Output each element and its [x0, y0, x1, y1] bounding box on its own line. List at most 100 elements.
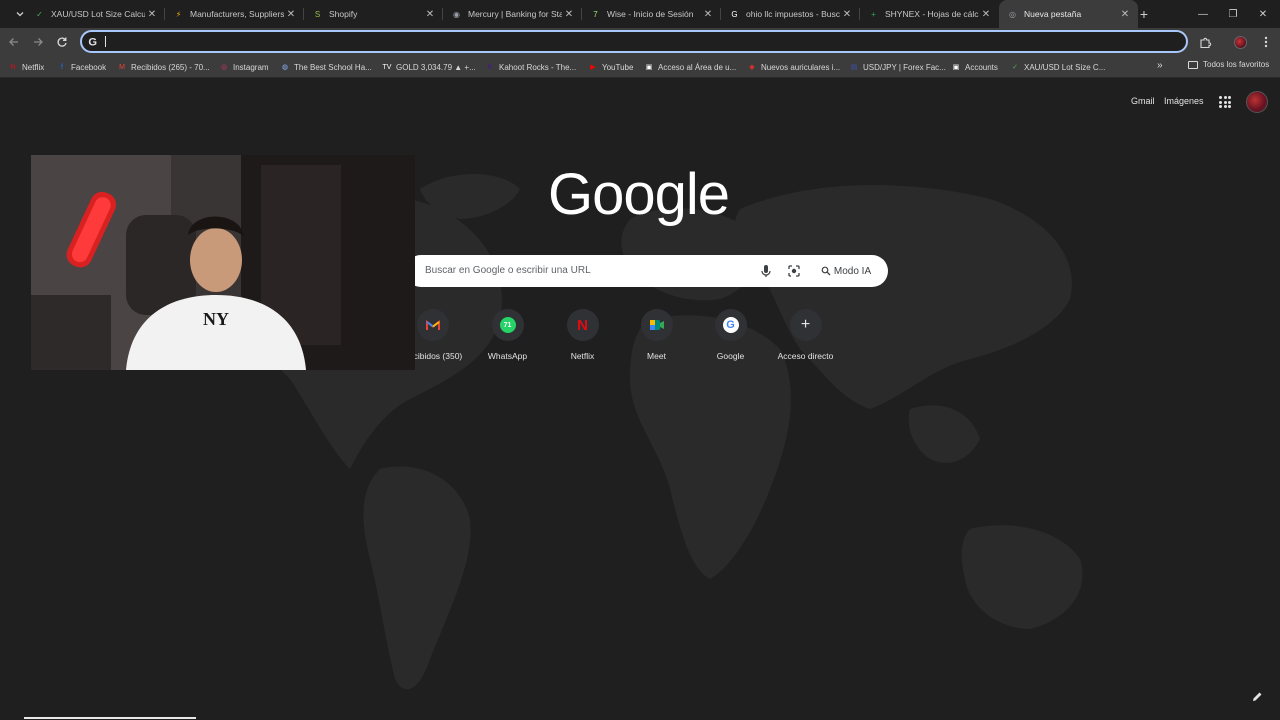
tab-title: Manufacturers, Suppliers, [190, 9, 284, 19]
bookmark-item[interactable]: ✓ XAU/USD Lot Size C... [1010, 60, 1105, 74]
bookmark-label: GOLD 3,034.79 ▲ +... [396, 62, 476, 72]
close-tab-icon[interactable]: ✕ [1118, 7, 1132, 21]
bookmark-item[interactable]: ▣ Acceso al Área de u... [644, 60, 737, 74]
bookmark-item[interactable]: M Recibidos (265) - 70... [117, 60, 210, 74]
shortcut-tile[interactable]: G Google [693, 309, 768, 361]
bookmark-label: Netflix [22, 62, 45, 72]
tab-title: ohio llc impuestos - Busc [746, 9, 840, 19]
bookmark-item[interactable]: ◍ The Best School Ha... [280, 60, 372, 74]
bookmark-label: Facebook [71, 62, 107, 72]
close-tab-icon[interactable]: ✕ [423, 7, 437, 21]
bookmark-label: Accounts [965, 62, 998, 72]
plus-icon: + [789, 309, 822, 341]
bookmarks-bar: N Netflix f Facebook M Recibidos (265) - 70..… [0, 56, 1280, 78]
reload-button[interactable] [54, 34, 70, 50]
restore-button[interactable]: ❐ [1218, 0, 1248, 28]
tab-5[interactable]: Gohio llc impuestos - Busc ✕ [721, 0, 860, 28]
bookmark-item[interactable]: ◎ Instagram [219, 60, 269, 74]
bookmarks-overflow-icon[interactable]: » [1157, 60, 1163, 71]
tab-title: Mercury | Banking for Star [468, 9, 562, 19]
bookmark-item[interactable]: f Facebook [57, 60, 106, 74]
google-icon: G [731, 9, 738, 19]
tab-title: Nueva pestaña [1024, 9, 1082, 19]
gmail-icon [416, 309, 449, 341]
close-tab-icon[interactable]: ✕ [701, 7, 715, 21]
all-bookmarks-button[interactable]: Todos los favoritos [1188, 60, 1269, 69]
microphone-icon[interactable] [760, 264, 772, 278]
puzzle-icon [1199, 37, 1211, 48]
tab-3[interactable]: ◉ Mercury | Banking for Star ✕ [443, 0, 582, 28]
globe-icon: ◍ [281, 64, 289, 71]
webcam-video: NY [31, 155, 415, 370]
accounts-icon: ▣ [952, 64, 960, 71]
search-box[interactable]: Buscar en Google o escribir una URL Modo… [405, 255, 888, 287]
new-tab-button[interactable]: + [1137, 7, 1151, 21]
customize-pencil-icon[interactable] [1250, 690, 1264, 704]
facebook-icon: f [61, 63, 63, 71]
bookmark-item[interactable]: TV GOLD 3,034.79 ▲ +... [382, 60, 476, 74]
bookmark-item[interactable]: ▶ YouTube [588, 60, 633, 74]
google-icon: G [88, 37, 97, 48]
close-icon: ✕ [1258, 8, 1268, 20]
ai-mode-button[interactable]: Modo IA [813, 261, 879, 281]
bookmark-label: Acceso al Área de u... [658, 62, 737, 72]
extensions-button[interactable] [1197, 34, 1213, 50]
tab-7[interactable]: ◎ Nueva pestaña ✕ [999, 0, 1138, 28]
ai-mode-label: Modo IA [833, 265, 872, 277]
arrow-right-icon [34, 38, 43, 46]
shortcut-tile[interactable]: + Acceso directo [768, 309, 843, 361]
all-bookmarks-label: Todos los favoritos [1203, 60, 1270, 69]
close-tab-icon[interactable]: ✕ [145, 7, 159, 21]
shortcut-tile[interactable]: 71 WhatsApp [470, 309, 545, 361]
images-link[interactable]: Imágenes [1164, 96, 1204, 106]
svg-text:G: G [88, 37, 97, 48]
bookmark-item[interactable]: K Kahoot Rocks - The... [485, 60, 577, 74]
shortcut-label: Google [716, 351, 745, 361]
forward-button[interactable] [30, 34, 46, 50]
bookmark-item[interactable]: ▣ Accounts [951, 60, 998, 74]
tab-2[interactable]: S Shopify ✕ [304, 0, 443, 28]
restore-icon: ❐ [1228, 8, 1238, 20]
bookmark-item[interactable]: ▤ USD/JPY | Forex Fac... [849, 60, 946, 74]
shortcut-tile[interactable]: N Netflix [545, 309, 620, 361]
close-tab-icon[interactable]: ✕ [284, 7, 298, 21]
check-icon: ✓ [1012, 64, 1018, 71]
minimize-icon: — [1198, 8, 1208, 20]
gmail-link[interactable]: Gmail [1131, 96, 1155, 106]
bookmark-item[interactable]: ◆ Nuevos auriculares i... [747, 60, 840, 74]
bookmark-label: YouTube [602, 62, 634, 72]
bookmark-label: Recibidos (265) - 70... [131, 62, 210, 72]
new-tab-page: Gmail Imágenes Google Buscar en Google o… [0, 79, 1280, 720]
google-apps-icon[interactable] [1219, 96, 1231, 108]
close-window-button[interactable]: ✕ [1248, 0, 1278, 28]
minimize-button[interactable]: — [1188, 0, 1218, 28]
webcam-overlay: NY [31, 155, 415, 370]
svg-text:NY: NY [203, 309, 229, 329]
account-avatar[interactable] [1246, 91, 1268, 113]
close-tab-icon[interactable]: ✕ [979, 7, 993, 21]
youtube-icon: ▶ [590, 64, 596, 71]
tab-4[interactable]: 7 Wise - Inicio de Sesión ✕ [582, 0, 721, 28]
more-vert-icon [1264, 36, 1268, 48]
tab-0[interactable]: ✓ XAU/USD Lot Size Calcula ✕ [26, 0, 165, 28]
google-lens-icon[interactable] [787, 264, 801, 278]
address-bar[interactable]: G [80, 30, 1188, 53]
instagram-icon: ◎ [220, 64, 228, 71]
profile-avatar [1233, 35, 1247, 49]
profile-button[interactable] [1232, 34, 1248, 50]
close-tab-icon[interactable]: ✕ [562, 7, 576, 21]
back-button[interactable] [6, 34, 22, 50]
shortcut-label: Meet [647, 351, 666, 361]
folder-icon [1188, 60, 1198, 69]
tab-strip: ✓ XAU/USD Lot Size Calcula ✕ ⚡ Manufacturers… [0, 0, 1280, 28]
menu-button[interactable] [1258, 34, 1274, 50]
bookmark-item[interactable]: N Netflix [8, 60, 44, 74]
video-progress-bar [24, 717, 196, 719]
search-input[interactable]: Buscar en Google o escribir una URL [425, 265, 591, 276]
shortcut-tile[interactable]: Meet [619, 309, 694, 361]
close-tab-icon[interactable]: ✕ [840, 7, 854, 21]
shop-icon: ◆ [749, 64, 755, 71]
tab-1[interactable]: ⚡ Manufacturers, Suppliers, ✕ [165, 0, 304, 28]
tab-6[interactable]: + SHYNEX - Hojas de cálcul ✕ [860, 0, 999, 28]
forex-icon: ▤ [850, 64, 858, 71]
